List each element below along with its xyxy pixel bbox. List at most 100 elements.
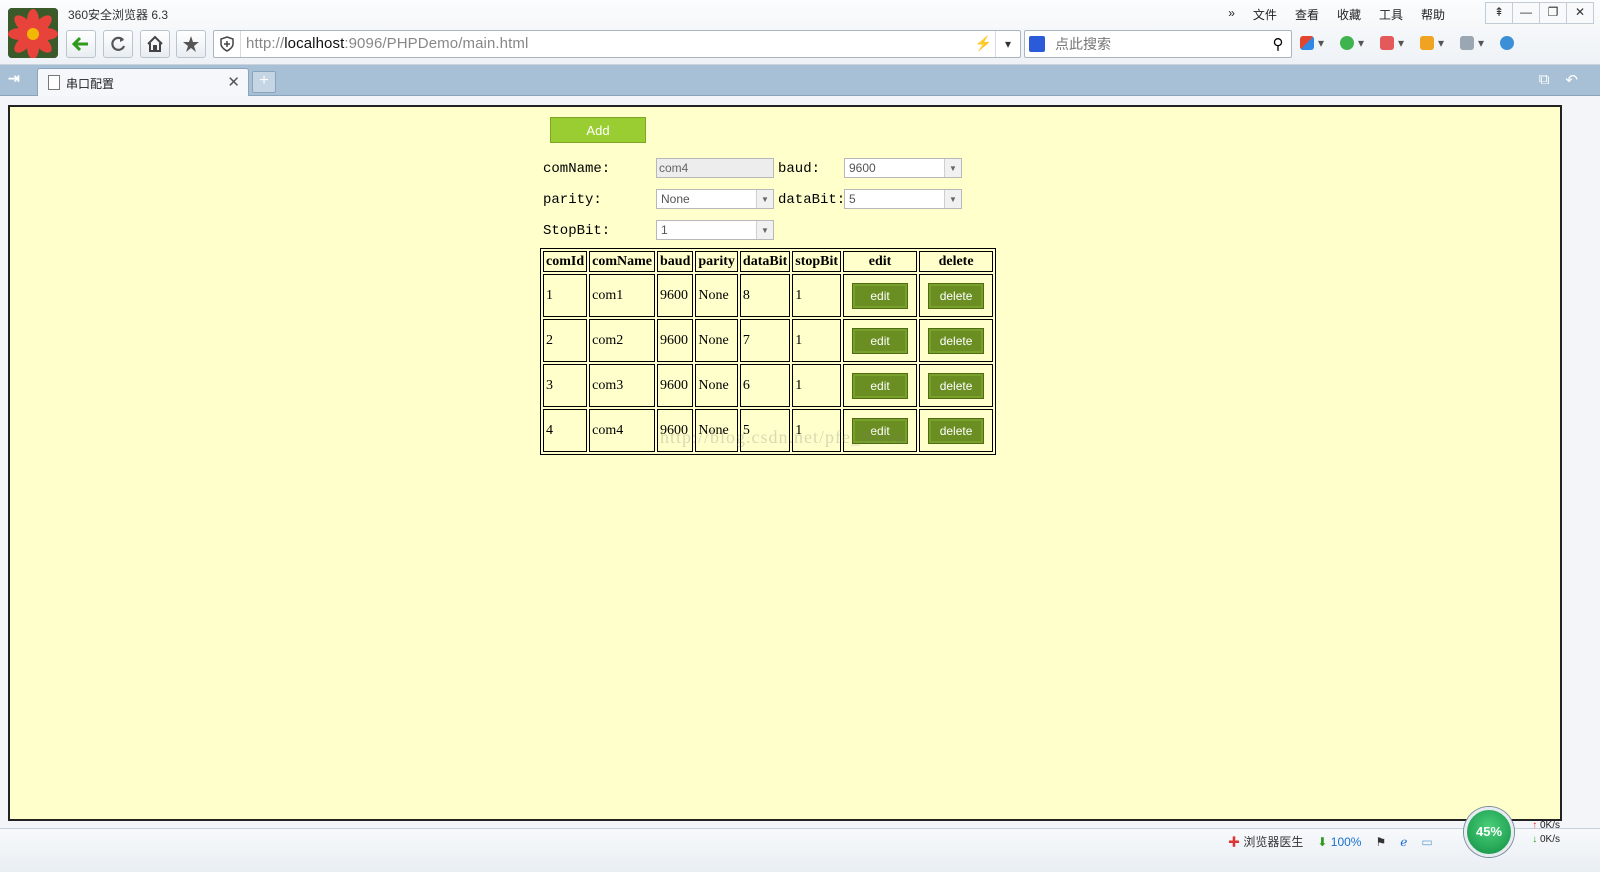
home-button[interactable]	[140, 30, 170, 58]
zoom-value: 100%	[1330, 834, 1362, 849]
apps-icon[interactable]: ▾	[1300, 34, 1330, 52]
parity-select[interactable]: None ▼	[656, 189, 774, 209]
comname-input[interactable]	[656, 158, 774, 178]
flag-icon[interactable]: ⚑	[1375, 835, 1386, 849]
tab-list-icon[interactable]: ⧉	[1539, 71, 1550, 89]
search-icon[interactable]: ⚲	[1265, 31, 1291, 57]
cell-comid: 1	[543, 274, 588, 317]
column-header-databit: dataBit	[739, 251, 791, 272]
menu-help[interactable]: 帮助	[1412, 4, 1454, 25]
network-speed: ↑ 0K/s ↓ 0K/s	[1516, 819, 1560, 847]
search-engine-icon[interactable]	[1029, 36, 1045, 52]
star-icon	[183, 36, 199, 52]
url-history-dropdown[interactable]: ▾	[995, 31, 1020, 57]
delete-button[interactable]: delete	[928, 417, 985, 444]
restore-button[interactable]: ❐	[1539, 2, 1567, 24]
edit-button[interactable]: edit	[852, 372, 909, 399]
tab-serial-config[interactable]: 串口配置 ✕	[37, 68, 249, 96]
window-icon[interactable]: ▭	[1421, 835, 1432, 849]
browser-toolbar: 360安全浏览器 6.3 » 文件 查看 收藏 工具 帮助 ⇞ — ❐ ✕ ht…	[0, 0, 1600, 65]
parity-label: parity:	[543, 192, 602, 208]
edit-button[interactable]: edit	[852, 282, 909, 309]
zoom-icon[interactable]	[1500, 34, 1530, 52]
cell-parity: None	[695, 274, 738, 317]
home-icon	[147, 35, 163, 52]
status-items: ✚ 浏览器医生 ⬇ 100% ⚑ ℯ ▭	[1228, 833, 1433, 850]
search-input[interactable]	[1053, 35, 1257, 53]
databit-select[interactable]: 5 ▼	[844, 189, 962, 209]
cell-baud: 9600	[657, 274, 694, 317]
security-icon[interactable]: ▾	[1340, 34, 1370, 52]
shield-icon[interactable]	[214, 31, 241, 57]
cell-databit: 7	[739, 319, 791, 362]
table-row: 3 com3 9600 None 6 1 edit delete	[543, 364, 994, 407]
menu-more[interactable]: »	[1219, 4, 1244, 25]
baud-select[interactable]: 9600 ▼	[844, 158, 962, 178]
sidebar-toggle-icon[interactable]: ⇥	[8, 70, 28, 88]
url-scheme: http://	[246, 35, 285, 52]
menu-view[interactable]: 查看	[1286, 4, 1328, 25]
databit-label: dataBit:	[778, 192, 846, 208]
chevron-down-icon[interactable]: ▼	[756, 190, 773, 208]
ie-icon[interactable]: ℯ	[1400, 835, 1407, 849]
stopbit-label: StopBit:	[543, 223, 611, 239]
skin-icon[interactable]: ⇞	[1485, 2, 1513, 24]
menu-favorites[interactable]: 收藏	[1328, 4, 1370, 25]
back-button[interactable]	[66, 30, 96, 58]
column-header-stopbit: stopBit	[792, 251, 842, 272]
cell-parity: None	[695, 319, 738, 362]
tab-title: 串口配置	[66, 77, 115, 91]
baud-label: baud:	[778, 161, 821, 177]
browser-doctor[interactable]: ✚ 浏览器医生	[1228, 833, 1303, 850]
serial-port-table: comId comName baud parity dataBit stopBi…	[540, 248, 997, 455]
memory-gauge[interactable]: 45%	[1464, 807, 1514, 857]
menu-bar: » 文件 查看 收藏 工具 帮助	[1219, 4, 1454, 25]
cell-databit: 6	[739, 364, 791, 407]
cell-comname: com1	[589, 274, 655, 317]
undo-close-icon[interactable]: ↶	[1565, 71, 1578, 89]
cell-edit: edit	[843, 319, 918, 362]
screenshot-icon[interactable]: ▾	[1420, 34, 1450, 52]
minimize-button[interactable]: —	[1512, 2, 1540, 24]
cell-parity: None	[695, 364, 738, 407]
image-tool-icon[interactable]: ▾	[1460, 34, 1490, 52]
translate-icon[interactable]: ▾	[1380, 34, 1410, 52]
stopbit-value: 1	[661, 223, 668, 237]
table-row: 2 com2 9600 None 7 1 edit delete	[543, 319, 994, 362]
delete-button[interactable]: delete	[928, 327, 985, 354]
edit-button[interactable]: edit	[852, 327, 909, 354]
cell-delete: delete	[919, 274, 994, 317]
search-box[interactable]: ⚲	[1024, 30, 1292, 58]
close-window-button[interactable]: ✕	[1566, 2, 1594, 24]
menu-file[interactable]: 文件	[1244, 4, 1286, 25]
url-path: :9096/PHPDemo/main.html	[344, 35, 529, 52]
delete-button[interactable]: delete	[928, 372, 985, 399]
tab-close-icon[interactable]: ✕	[227, 73, 240, 91]
cell-baud: 9600	[657, 364, 694, 407]
chevron-down-icon[interactable]: ▼	[756, 221, 773, 239]
add-button[interactable]: Add	[550, 117, 646, 143]
table-row: 1 com1 9600 None 8 1 edit delete	[543, 274, 994, 317]
speed-mode-icon[interactable]: ⚡	[975, 35, 992, 52]
window-controls: ⇞ — ❐ ✕	[1485, 2, 1594, 24]
new-tab-button[interactable]: +	[252, 71, 276, 93]
url-text[interactable]: http://localhost:9096/PHPDemo/main.html	[246, 35, 528, 52]
address-bar[interactable]: http://localhost:9096/PHPDemo/main.html …	[213, 30, 1021, 58]
zoom-level[interactable]: ⬇ 100%	[1317, 835, 1361, 849]
stopbit-select[interactable]: 1 ▼	[656, 220, 774, 240]
comname-label: comName:	[543, 161, 611, 177]
refresh-button[interactable]	[103, 30, 133, 58]
chevron-down-icon[interactable]: ▼	[944, 159, 961, 177]
tab-bar: ⇥ 串口配置 ✕ + ⧉ ↶	[0, 65, 1600, 96]
page-viewport: Add comName: baud: 9600 ▼ parity: None ▼…	[8, 105, 1562, 821]
back-arrow-icon	[72, 36, 88, 52]
menu-tools[interactable]: 工具	[1370, 4, 1412, 25]
cell-edit: edit	[843, 274, 918, 317]
cell-comid: 2	[543, 319, 588, 362]
chevron-down-icon[interactable]: ▼	[944, 190, 961, 208]
favorite-button[interactable]	[176, 30, 206, 58]
cell-stopbit: 1	[792, 274, 842, 317]
column-header-edit: edit	[843, 251, 918, 272]
cell-delete: delete	[919, 364, 994, 407]
delete-button[interactable]: delete	[928, 282, 985, 309]
